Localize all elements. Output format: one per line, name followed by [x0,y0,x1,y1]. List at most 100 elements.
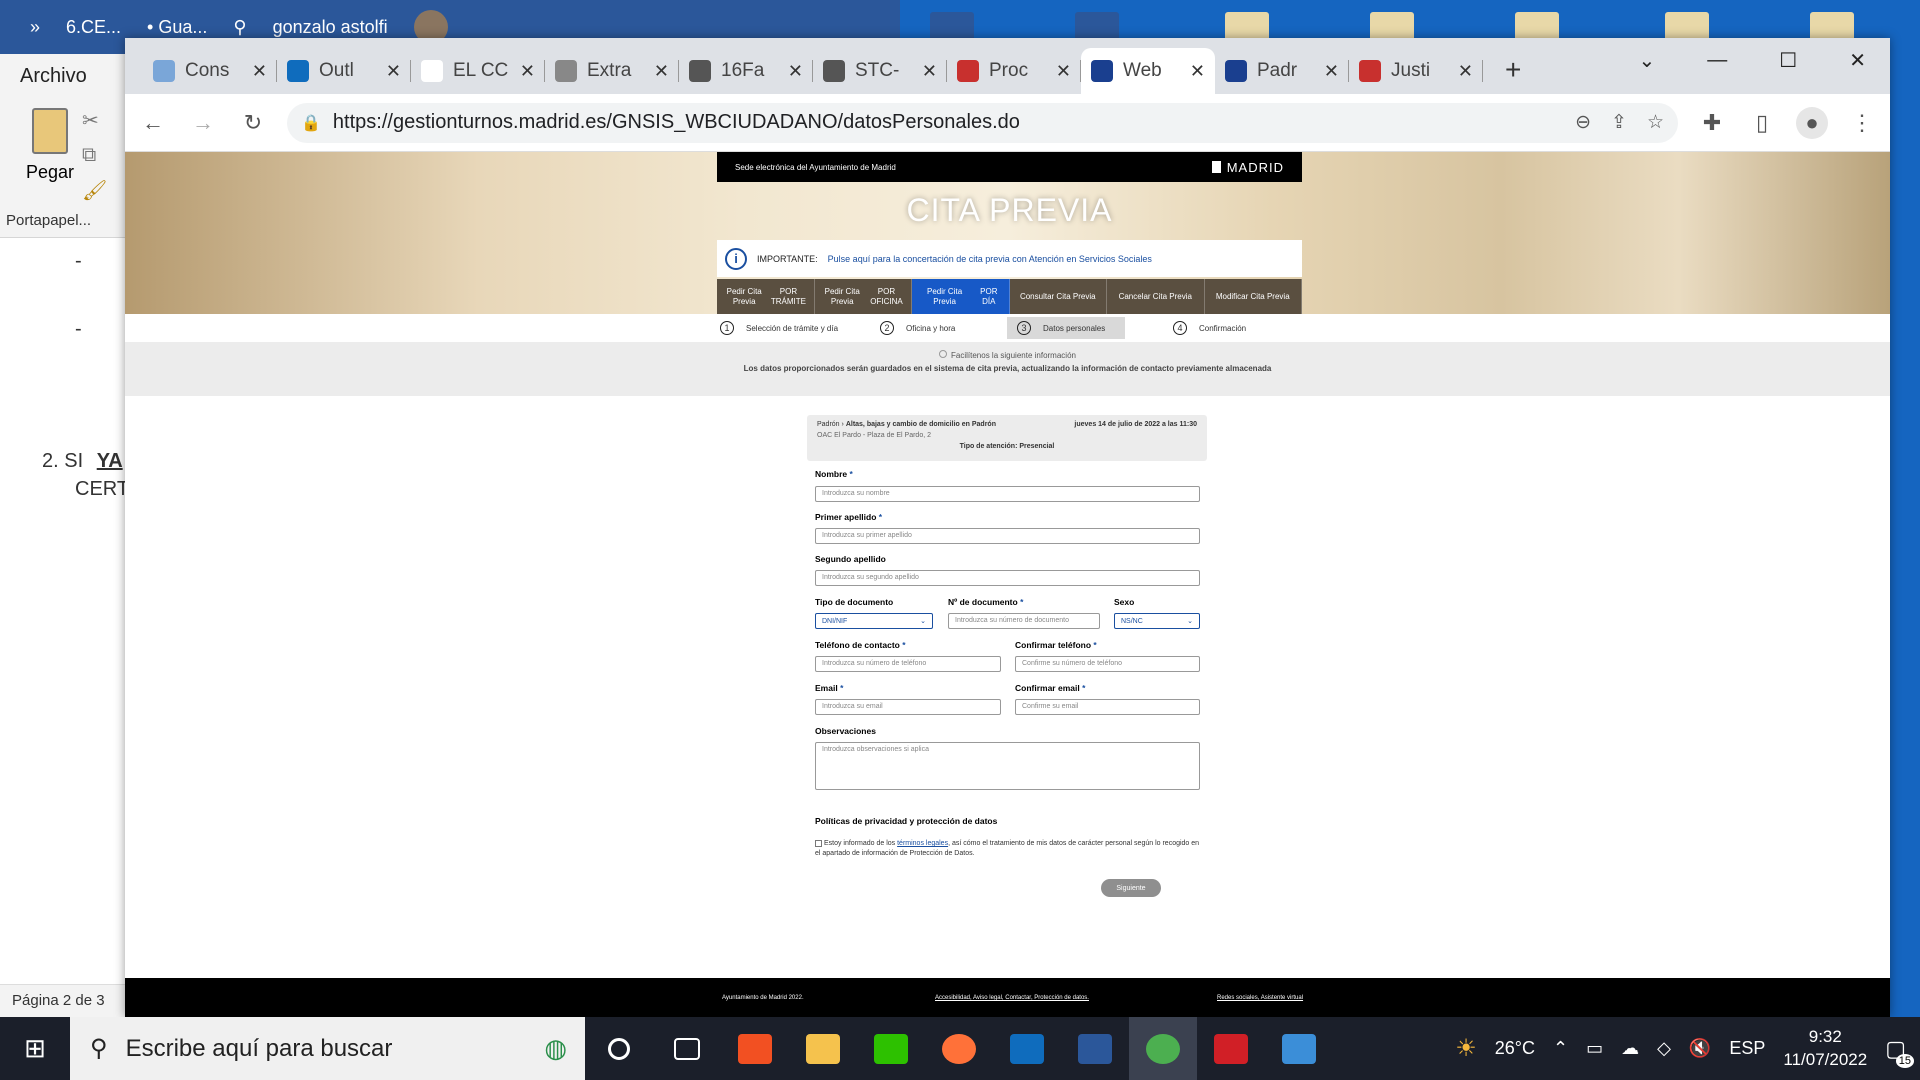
notification-icon[interactable]: ▢ 15 [1885,1036,1914,1068]
windows-start-icon[interactable]: ⊞ [0,1017,70,1080]
weather-icon[interactable]: ☀ [1455,1034,1477,1063]
language-indicator[interactable]: ESP [1729,1038,1765,1059]
browser-tab[interactable]: 16Fa ✕ [679,48,813,94]
email-input[interactable]: Introduzca su email [815,699,1001,715]
extensions-icon[interactable]: ✚ [1696,107,1728,139]
word-quick-access[interactable]: » [30,17,40,38]
profile-icon[interactable]: ● [1796,106,1828,139]
browser-tab[interactable]: Outl ✕ [277,48,411,94]
browser-tab[interactable]: STC- ✕ [813,48,947,94]
browser-tab[interactable]: Cons ✕ [143,48,277,94]
confirmar-email-input[interactable]: Confirme su email [1015,699,1200,715]
mail-icon[interactable] [1265,1017,1333,1080]
primer-apellido-input[interactable]: Introduzca su primer apellido [815,528,1200,544]
segundo-apellido-input[interactable]: Introduzca su segundo apellido [815,570,1200,586]
browser-tab[interactable]: Web ✕ [1081,48,1215,94]
minimize-button[interactable]: — [1707,49,1727,72]
maximize-button[interactable]: ☐ [1779,48,1797,73]
browser-tab[interactable]: Justi ✕ [1349,48,1483,94]
info-line-1-text: Facilítenos la siguiente información [951,351,1076,360]
required-mark: * [840,683,844,693]
tab-search-icon[interactable]: ⌄ [1639,48,1656,73]
back-icon[interactable]: ← [137,107,169,139]
clipboard-icon [32,108,68,154]
madrid-logo[interactable]: MADRID [1211,159,1284,175]
meet-now-icon[interactable]: ▭ [1586,1038,1603,1059]
tab-close-icon[interactable]: ✕ [386,61,401,82]
tab-close-icon[interactable]: ✕ [1056,61,1071,82]
privacy-checkbox[interactable] [815,839,822,847]
madrid-brand-text: MADRID [1226,159,1284,175]
telefono-input[interactable]: Introduzca su número de teléfono [815,656,1001,672]
tab-close-icon[interactable]: ✕ [1458,61,1473,82]
side-panel-icon[interactable]: ▯ [1746,107,1778,139]
search-icon[interactable]: ⚲ [233,17,246,38]
nav-item[interactable]: Pedir Cita Previa POR DÍA [912,279,1010,314]
nav-item[interactable]: Pedir Cita Previa POR OFICINA [815,279,912,314]
tab-close-icon[interactable]: ✕ [520,61,535,82]
sede-label[interactable]: Sede electrónica del Ayuntamiento de Mad… [735,163,896,172]
lock-icon[interactable]: 🔒 [301,113,321,133]
nav-item[interactable]: Pedir Cita Previa POR TRÁMITE [717,279,815,314]
page-indicator[interactable]: Página 2 de 3 [12,992,105,1009]
onedrive-icon[interactable]: ☁ [1621,1038,1639,1059]
firefox-icon[interactable] [925,1017,993,1080]
nav-item[interactable]: Modificar Cita Previa [1205,279,1302,314]
bookmark-star-icon[interactable]: ☆ [1647,111,1664,134]
footer-social-links[interactable]: Redes sociales, Asistente virtual [1217,995,1303,1001]
siguiente-button[interactable]: Siguiente [1101,879,1161,897]
nav-item[interactable]: Consultar Cita Previa [1010,279,1107,314]
store-icon[interactable] [721,1017,789,1080]
paste-button[interactable]: Pegar [20,108,80,183]
chevron-up-icon[interactable]: ⌃ [1553,1038,1568,1059]
task-view-icon[interactable] [653,1017,721,1080]
browser-tab[interactable]: EL CC ✕ [411,48,545,94]
tab-close-icon[interactable]: ✕ [788,61,803,82]
sexo-select[interactable]: NS/NC ⌄ [1114,613,1200,629]
zoom-icon[interactable]: ⊖ [1575,111,1591,134]
menu-kebab-icon[interactable]: ⋮ [1846,107,1878,139]
taskbar-search[interactable]: ⚲ Escribe aquí para buscar ◍ [70,1017,585,1080]
volume-icon[interactable]: 🔇 [1689,1038,1711,1059]
copy-icon[interactable]: ⧉ [82,144,96,167]
share-icon[interactable]: ⇪ [1611,111,1627,134]
scissors-icon[interactable]: ✂ [82,108,99,133]
reload-icon[interactable]: ↻ [237,107,269,139]
nav-item[interactable]: Cancelar Cita Previa [1107,279,1205,314]
confirmar-telefono-input[interactable]: Confirme su número de teléfono [1015,656,1200,672]
tab-close-icon[interactable]: ✕ [252,61,267,82]
new-tab-button[interactable]: + [1483,54,1543,94]
menu-archivo[interactable]: Archivo [20,65,87,88]
nombre-input[interactable]: Introduzca su nombre [815,486,1200,502]
browser-tab[interactable]: Padr ✕ [1215,48,1349,94]
dropbox-icon[interactable]: ◇ [1657,1038,1671,1059]
terms-link[interactable]: términos legales [897,840,948,847]
observaciones-textarea[interactable]: Introduzca observaciones si aplica [815,742,1200,790]
numero-documento-input[interactable]: Introduzca su número de documento [948,613,1100,629]
url-text[interactable]: https://gestionturnos.madrid.es/GNSIS_WB… [333,111,1563,134]
temperature[interactable]: 26°C [1495,1038,1535,1059]
close-window-button[interactable]: ✕ [1849,48,1866,73]
tab-close-icon[interactable]: ✕ [922,61,937,82]
cortana-icon[interactable] [585,1017,653,1080]
outlook-icon[interactable] [993,1017,1061,1080]
tipo-documento-select[interactable]: DNI/NIF ⌄ [815,613,933,629]
browser-tab[interactable]: Extra ✕ [545,48,679,94]
acrobat-icon[interactable] [1197,1017,1265,1080]
wechat-icon[interactable] [857,1017,925,1080]
forward-icon[interactable]: → [187,107,219,139]
clock[interactable]: 9:32 11/07/2022 [1783,1026,1867,1072]
word-icon[interactable] [1061,1017,1129,1080]
address-bar[interactable]: 🔒 https://gestionturnos.madrid.es/GNSIS_… [287,102,1678,143]
chrome-icon[interactable] [1129,1017,1197,1080]
tab-close-icon[interactable]: ✕ [1190,61,1205,82]
tab-close-icon[interactable]: ✕ [1324,61,1339,82]
format-painter-icon[interactable]: 🖌 [82,178,107,203]
file-explorer-icon[interactable] [789,1017,857,1080]
tab-close-icon[interactable]: ✕ [654,61,669,82]
browser-tab[interactable]: Proc ✕ [947,48,1081,94]
social-services-link[interactable]: Pulse aquí para la concertación de cita … [828,254,1152,264]
word-document[interactable]: - - 2. SI YA CERT [0,240,129,940]
word-saved-status[interactable]: • Gua... [147,17,207,38]
footer-legal-links[interactable]: Accesibilidad, Aviso legal, Contactar, P… [935,995,1089,1001]
